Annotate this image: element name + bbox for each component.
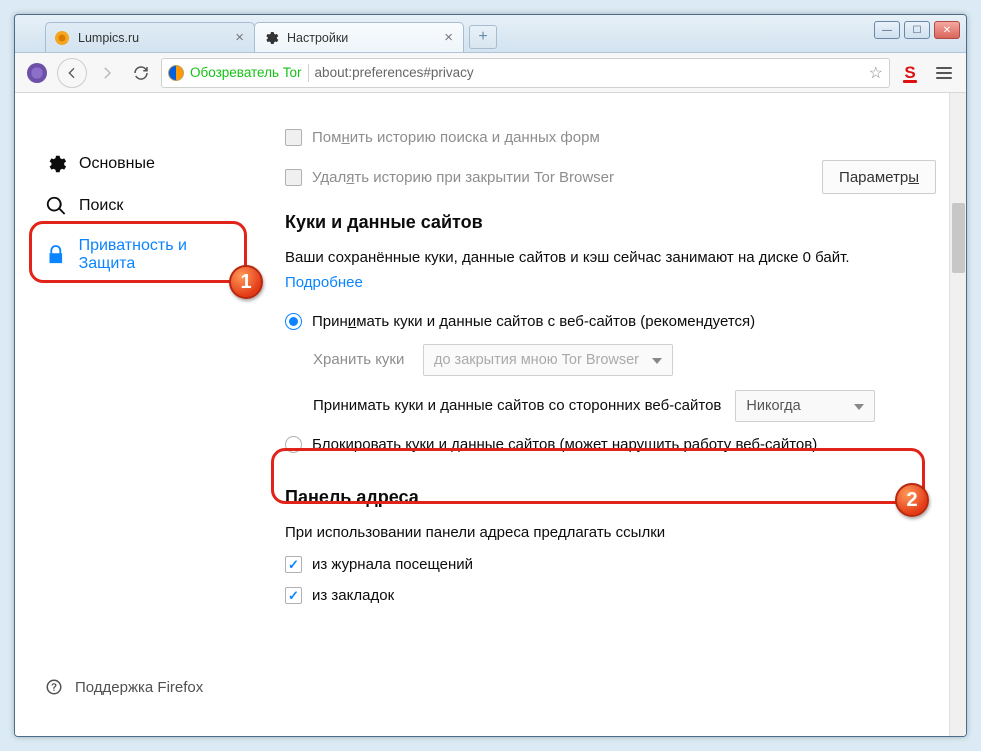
sidebar-label: Основные [79, 155, 155, 173]
app-menu-button[interactable] [930, 59, 958, 87]
suggest-history-label: из журнала посещений [312, 556, 473, 573]
third-party-label: Принимать куки и данные сайтов со сторон… [313, 397, 721, 414]
sidebar-label: Приватность и Защита [79, 237, 245, 273]
tab-label: Lumpics.ru [78, 31, 139, 45]
keep-cookies-select[interactable]: до закрытия мною Tor Browser [423, 344, 673, 376]
lumpics-favicon [54, 30, 70, 46]
tab-label: Настройки [287, 31, 348, 45]
sidebar-item-support[interactable]: Поддержка Firefox [35, 668, 213, 706]
third-party-select[interactable]: Никогда [735, 390, 875, 422]
tab-settings[interactable]: Настройки × [254, 22, 464, 52]
preferences-main-panel: Помнить историю поиска и данных форм Уда… [255, 93, 966, 736]
clear-on-close-checkbox [285, 169, 302, 186]
suggest-bookmarks-label: из закладок [312, 587, 394, 604]
keep-cookies-row: Хранить куки до закрытия мною Tor Browse… [285, 344, 952, 376]
security-level-button[interactable]: S [896, 59, 924, 87]
search-icon [45, 195, 67, 217]
back-button[interactable] [57, 58, 87, 88]
suggest-bookmarks-row[interactable]: из закладок [285, 587, 952, 604]
url-text: about:preferences#privacy [315, 65, 863, 80]
onion-menu-button[interactable] [23, 59, 51, 87]
tab-strip: Lumpics.ru × Настройки × + [15, 15, 497, 52]
cookies-learn-more-link[interactable]: Подробнее [285, 274, 363, 291]
urlbar-divider [308, 64, 309, 82]
addressbar-desc: При использовании панели адреса предлага… [285, 522, 952, 545]
toolbar: Обозреватель Tor about:preferences#priva… [15, 53, 966, 93]
remember-history-row: Помнить историю поиска и данных форм [285, 129, 952, 146]
block-cookies-label: Блокировать куки и данные сайтов (может … [312, 436, 817, 453]
new-tab-button[interactable]: + [469, 25, 497, 49]
suggest-history-checkbox[interactable] [285, 556, 302, 573]
third-party-row: Принимать куки и данные сайтов со сторон… [285, 390, 952, 422]
sidebar-label: Поддержка Firefox [75, 679, 203, 696]
preferences-sidebar: Основные Поиск Приватность и Защита Подд… [15, 93, 255, 736]
close-window-button[interactable]: ✕ [934, 21, 960, 39]
annotation-callout-2: 2 [895, 483, 929, 517]
cookies-description: Ваши сохранённые куки, данные сайтов и к… [285, 247, 952, 270]
browser-window: Lumpics.ru × Настройки × + — ☐ ✕ [14, 14, 967, 737]
tor-favicon [168, 65, 184, 81]
addressbar-heading: Панель адреса [285, 487, 952, 508]
url-bar[interactable]: Обозреватель Tor about:preferences#priva… [161, 58, 890, 88]
gear-icon [45, 153, 67, 175]
cookies-heading: Куки и данные сайтов [285, 212, 952, 233]
titlebar: Lumpics.ru × Настройки × + — ☐ ✕ [15, 15, 966, 53]
accept-cookies-label: Принимать куки и данные сайтов с веб-сай… [312, 313, 755, 330]
window-controls: — ☐ ✕ [874, 21, 960, 39]
accept-cookies-radio[interactable] [285, 313, 302, 330]
remember-history-checkbox [285, 129, 302, 146]
remember-history-label: Помнить историю поиска и данных форм [312, 129, 600, 146]
onion-icon [27, 63, 47, 83]
block-cookies-row[interactable]: Блокировать куки и данные сайтов (может … [285, 436, 952, 453]
accept-cookies-row[interactable]: Принимать куки и данные сайтов с веб-сай… [285, 313, 952, 330]
gear-favicon [263, 30, 279, 46]
annotation-callout-1: 1 [229, 265, 263, 299]
help-icon [45, 678, 63, 696]
lock-icon [45, 244, 67, 266]
sidebar-label: Поиск [79, 197, 123, 215]
close-tab-icon[interactable]: × [233, 29, 246, 46]
forward-button[interactable] [93, 59, 121, 87]
tor-identity-label: Обозреватель Tor [190, 65, 302, 80]
sidebar-item-search[interactable]: Поиск [35, 185, 255, 227]
minimize-button[interactable]: — [874, 21, 900, 39]
suggest-bookmarks-checkbox[interactable] [285, 587, 302, 604]
sidebar-item-privacy[interactable]: Приватность и Защита [35, 227, 255, 283]
block-cookies-radio[interactable] [285, 436, 302, 453]
close-tab-icon[interactable]: × [442, 29, 455, 46]
reload-button[interactable] [127, 59, 155, 87]
keep-cookies-label: Хранить куки [313, 351, 413, 368]
clear-on-close-row: Удалять историю при закрытии Tor Browser… [285, 160, 952, 194]
bookmark-star-icon[interactable]: ☆ [869, 63, 883, 83]
clear-on-close-label: Удалять историю при закрытии Tor Browser [312, 169, 614, 186]
sidebar-item-general[interactable]: Основные [35, 143, 255, 185]
maximize-button[interactable]: ☐ [904, 21, 930, 39]
preferences-content: Основные Поиск Приватность и Защита Подд… [15, 93, 966, 736]
tab-lumpics[interactable]: Lumpics.ru × [45, 22, 255, 52]
suggest-history-row[interactable]: из журнала посещений [285, 556, 952, 573]
clear-params-button[interactable]: Параметры [822, 160, 936, 194]
